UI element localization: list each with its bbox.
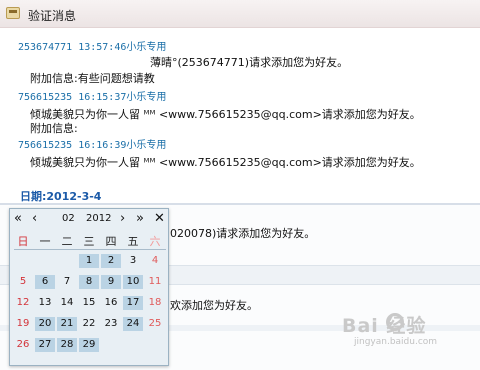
calendar-day[interactable]: 27: [35, 338, 55, 352]
calendar-day[interactable]: 2: [101, 254, 121, 268]
calendar-day[interactable]: 28: [57, 338, 77, 352]
watermark-url: jingyan.baidu.com: [354, 337, 438, 347]
paw-icon: [386, 313, 404, 331]
calendar-day[interactable]: 4: [145, 254, 165, 268]
window-titlebar: 验证消息: [0, 0, 480, 28]
calendar-day[interactable]: 20: [35, 317, 55, 331]
message-fragment: 欢添加您为好友。: [170, 299, 258, 312]
date-value: 2012-3-4: [46, 190, 102, 203]
message-body: 倾城美貌只为你一人留 ᴹᴹ <www.756615235@qq.com>请求添加…: [30, 108, 421, 121]
calendar-day[interactable]: 19: [13, 317, 33, 331]
message-body: 薄晴°(253674771)请求添加您为好友。: [150, 56, 349, 69]
weekday-label: 四: [105, 235, 117, 248]
calendar-day[interactable]: 6: [35, 275, 55, 289]
calendar-day[interactable]: 25: [145, 317, 165, 331]
watermark: Bai 经验 jingyan.baidu.com: [342, 311, 472, 353]
calendar-day[interactable]: 22: [79, 317, 99, 331]
calendar-day[interactable]: 1: [79, 254, 99, 268]
calendar-day[interactable]: 13: [35, 296, 55, 310]
next-year-button[interactable]: »: [136, 211, 144, 227]
month-label[interactable]: 02: [62, 213, 75, 224]
message-header: 253674771 13:57:46小乐专用: [18, 42, 167, 53]
next-month-button[interactable]: ›: [120, 211, 125, 227]
prev-month-button[interactable]: ‹: [32, 211, 37, 227]
date-picker-popup[interactable]: « ‹ 02 2012 › » ✕ 日一二三四五六 1 2 3 4 5 6 7 8 9 10 11 1…: [9, 208, 169, 366]
year-label[interactable]: 2012: [86, 213, 111, 224]
close-icon[interactable]: ✕: [154, 211, 165, 227]
message-fragment: 020078)请求添加您为好友。: [170, 227, 316, 240]
date-label-prefix: 日期:: [20, 190, 47, 203]
calendar-day[interactable]: 7: [57, 275, 77, 289]
calendar-day[interactable]: 17: [123, 296, 143, 310]
calendar-day[interactable]: 26: [13, 338, 33, 352]
message-extra: 附加信息:: [30, 122, 78, 135]
divider: [14, 249, 166, 250]
message-header: 756615235 16:15:37小乐专用: [18, 92, 167, 103]
date-picker-nav: « ‹ 02 2012 › » ✕: [10, 209, 170, 229]
calendar-day[interactable]: 3: [123, 254, 143, 268]
calendar-day[interactable]: 21: [57, 317, 77, 331]
calendar-day[interactable]: 23: [101, 317, 121, 331]
calendar-day[interactable]: 11: [145, 275, 165, 289]
baidu-logo: Bai 经验: [342, 315, 427, 337]
window-title: 验证消息: [28, 9, 77, 23]
calendar-day[interactable]: 5: [13, 275, 33, 289]
calendar-day[interactable]: 29: [79, 338, 99, 352]
weekday-label: 三: [83, 235, 95, 248]
calendar-day[interactable]: 14: [57, 296, 77, 310]
message-extra: 附加信息:有些问题想请教: [30, 72, 155, 85]
calendar-day[interactable]: 8: [79, 275, 99, 289]
message-body: 倾城美貌只为你一人留 ᴹᴹ <www.756615235@qq.com>请求添加…: [30, 156, 421, 169]
calendar-day[interactable]: 9: [101, 275, 121, 289]
calendar-day[interactable]: 24: [123, 317, 143, 331]
weekday-label: 六: [149, 235, 161, 248]
prev-year-button[interactable]: «: [14, 211, 22, 227]
message-header: 756615235 16:16:39小乐专用: [18, 140, 167, 151]
calendar-day[interactable]: 10: [123, 275, 143, 289]
calendar-day[interactable]: 12: [13, 296, 33, 310]
weekday-header: 日一二三四五六: [10, 231, 170, 249]
date-label: 日期:2012-3-4: [20, 188, 101, 204]
calendar-day[interactable]: 18: [145, 296, 165, 310]
weekday-label: 五: [127, 235, 139, 248]
calendar-day[interactable]: 16: [101, 296, 121, 310]
weekday-label: 一: [39, 235, 51, 248]
message-icon: [6, 7, 20, 19]
calendar-day[interactable]: 15: [79, 296, 99, 310]
weekday-label: 二: [61, 235, 73, 248]
weekday-label: 日: [17, 235, 29, 248]
